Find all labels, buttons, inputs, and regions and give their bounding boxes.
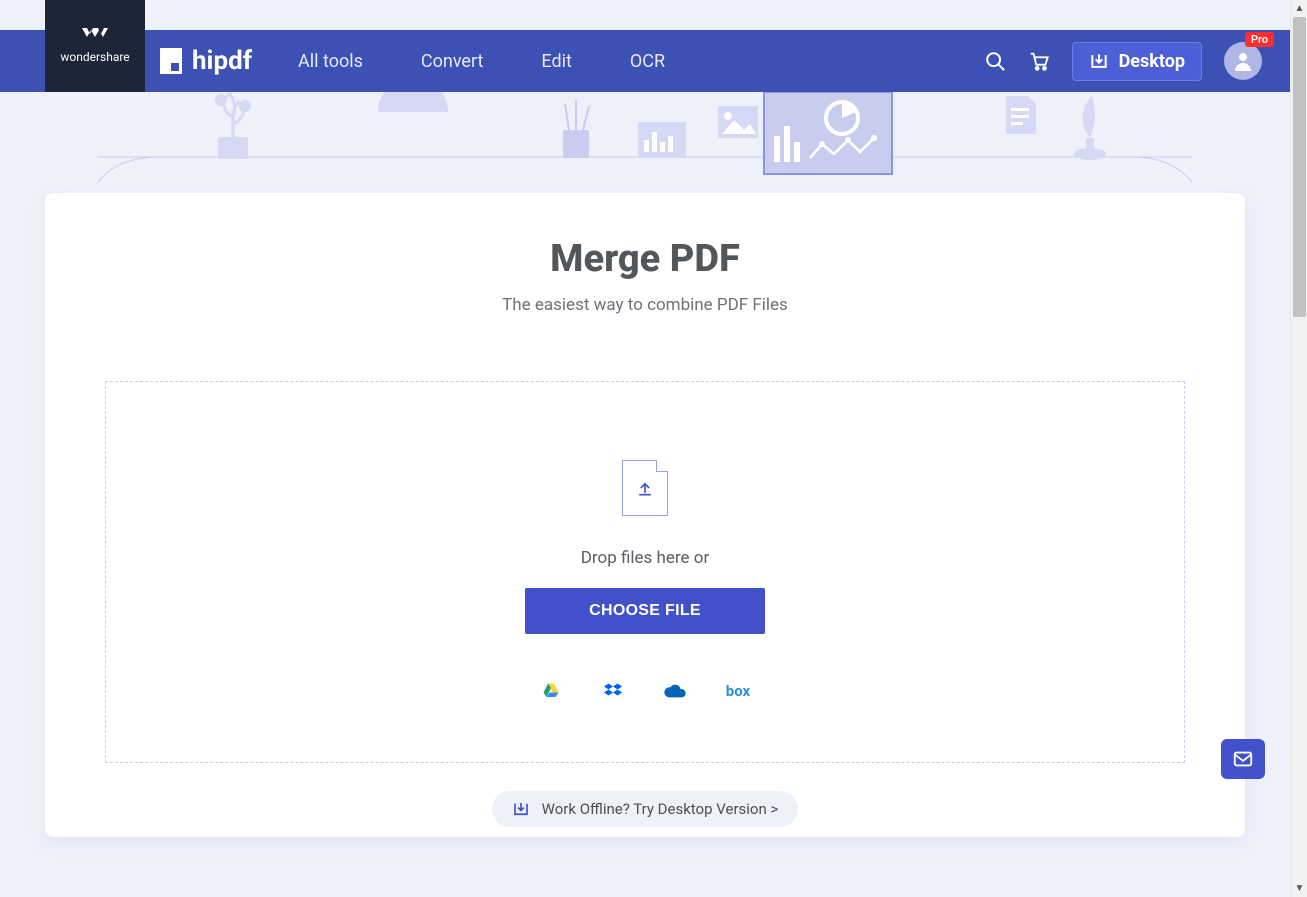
wondershare-brand[interactable]: wondershare bbox=[45, 0, 145, 92]
page-subtitle: The easiest way to combine PDF Files bbox=[502, 295, 788, 315]
hipdf-logo[interactable]: hipdf bbox=[160, 46, 252, 76]
scrollbar-thumb[interactable] bbox=[1293, 17, 1306, 317]
top-strip bbox=[0, 0, 1290, 30]
navbar: hipdf All tools Convert Edit OCR Desktop bbox=[0, 30, 1290, 92]
hipdf-logo-text: hipdf bbox=[192, 46, 252, 76]
wondershare-label: wondershare bbox=[60, 50, 129, 64]
contact-mail-button[interactable] bbox=[1221, 739, 1265, 779]
choose-file-button[interactable]: CHOOSE FILE bbox=[525, 588, 765, 634]
main-card: Merge PDF The easiest way to combine PDF… bbox=[45, 193, 1245, 837]
hipdf-logo-icon bbox=[160, 48, 182, 74]
cloud-sources: box bbox=[540, 680, 750, 702]
page-title: Merge PDF bbox=[550, 237, 740, 281]
desktop-button[interactable]: Desktop bbox=[1072, 42, 1202, 81]
dropzone[interactable]: Drop files here or CHOOSE FILE bbox=[105, 381, 1185, 763]
nav-right: Desktop Pro bbox=[984, 42, 1290, 81]
avatar bbox=[1224, 42, 1262, 80]
scroll-down-icon[interactable]: ▼ bbox=[1291, 880, 1307, 897]
work-offline-label: Work Offline? Try Desktop Version > bbox=[542, 800, 779, 818]
box-icon[interactable]: box bbox=[726, 682, 750, 700]
cart-icon[interactable] bbox=[1028, 50, 1050, 72]
scrollbar[interactable]: ▲ ▼ bbox=[1290, 0, 1307, 897]
pro-badge: Pro bbox=[1245, 32, 1274, 47]
drop-text: Drop files here or bbox=[581, 548, 709, 568]
work-offline-link[interactable]: Work Offline? Try Desktop Version > bbox=[492, 791, 799, 827]
download-icon bbox=[512, 800, 530, 818]
dropbox-icon[interactable] bbox=[602, 680, 624, 702]
google-drive-icon[interactable] bbox=[540, 680, 562, 702]
nav-edit[interactable]: Edit bbox=[541, 51, 571, 72]
upload-file-icon bbox=[622, 460, 668, 516]
search-icon[interactable] bbox=[984, 50, 1006, 72]
onedrive-icon[interactable] bbox=[664, 680, 686, 702]
desktop-button-label: Desktop bbox=[1119, 51, 1185, 72]
avatar-wrap[interactable]: Pro bbox=[1224, 42, 1262, 80]
wondershare-logo-icon bbox=[82, 28, 108, 44]
nav-ocr[interactable]: OCR bbox=[630, 51, 665, 72]
nav-all-tools[interactable]: All tools bbox=[298, 51, 363, 72]
nav-convert[interactable]: Convert bbox=[421, 51, 484, 72]
nav-links: All tools Convert Edit OCR bbox=[298, 51, 665, 72]
scroll-up-icon[interactable]: ▲ bbox=[1291, 0, 1307, 17]
download-icon bbox=[1089, 51, 1109, 71]
